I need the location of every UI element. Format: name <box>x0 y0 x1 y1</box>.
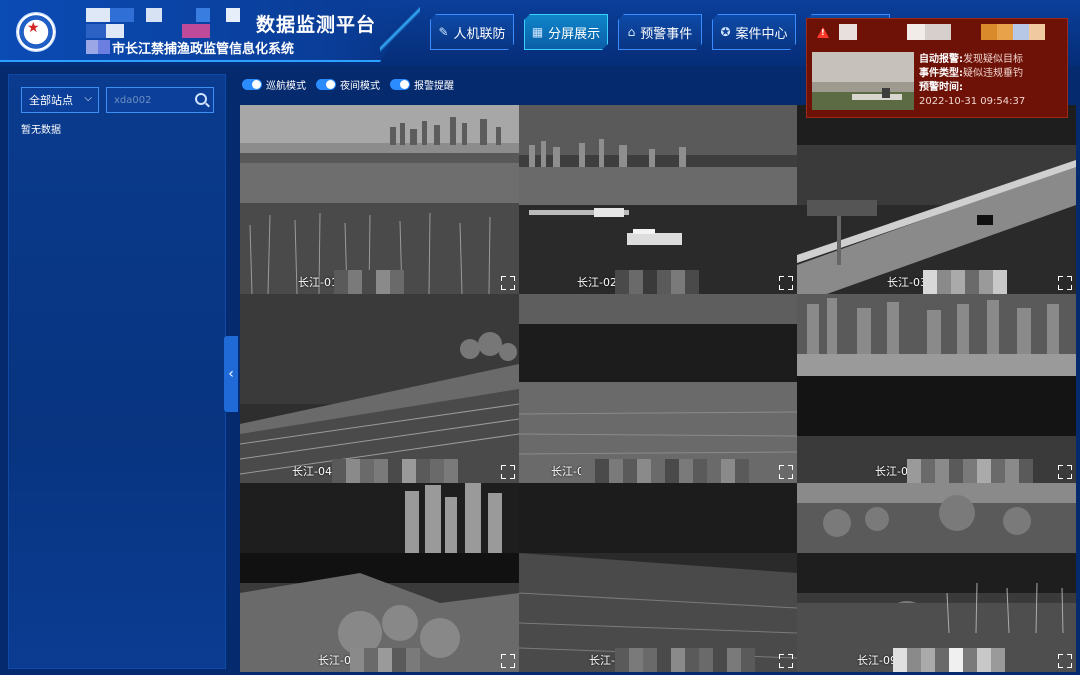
redacted-mosaic <box>332 459 458 483</box>
camera-scene <box>519 294 797 483</box>
camera-feed[interactable]: 长江-03 <box>797 105 1076 294</box>
alarm-type-label: 自动报警: <box>919 54 963 65</box>
camera-scene <box>797 483 1076 672</box>
page-title: 数据监测平台 <box>256 14 377 36</box>
camera-label: 长江-0 <box>318 654 351 667</box>
camera-label: 长江-02 <box>577 276 617 289</box>
nav-human-machine-defense[interactable]: ✎ 人机联防 <box>430 14 514 50</box>
fullscreen-icon[interactable] <box>501 465 515 479</box>
redacted-mosaic <box>923 270 1007 294</box>
event-type-label: 事件类型: <box>919 68 963 79</box>
toggle-switch[interactable] <box>390 79 410 90</box>
toggle-switch[interactable] <box>242 79 262 90</box>
toggle-cruise-mode[interactable]: 巡航模式 <box>242 77 306 92</box>
alarm-header <box>817 24 1045 40</box>
fullscreen-icon[interactable] <box>1058 465 1072 479</box>
camera-feed[interactable]: 长江-01 <box>240 105 519 294</box>
camera-feed[interactable]: 长江-0 <box>797 294 1076 483</box>
fullscreen-icon[interactable] <box>779 654 793 668</box>
redacted-mosaic <box>839 24 1045 40</box>
police-emblem-icon: ★ <box>16 12 56 52</box>
camera-label: 长江-03 <box>887 276 927 289</box>
nav-label: 分屏展示 <box>548 26 601 42</box>
alarm-type-value: 发现疑似目标 <box>963 54 1023 65</box>
toggle-label: 夜间模式 <box>340 81 380 92</box>
camera-scene <box>519 483 797 672</box>
fullscreen-icon[interactable] <box>779 465 793 479</box>
camera-feed[interactable]: 长江-04 <box>240 294 519 483</box>
fullscreen-icon[interactable] <box>1058 276 1072 290</box>
search-input[interactable] <box>107 88 191 112</box>
toggle-night-mode[interactable]: 夜间模式 <box>316 77 380 92</box>
fullscreen-icon[interactable] <box>501 276 515 290</box>
nav-warning-events[interactable]: ⌂ 预警事件 <box>618 14 702 50</box>
badge-icon: ✪ <box>720 25 731 39</box>
camera-label: 长江-0 <box>551 465 584 478</box>
fullscreen-icon[interactable] <box>1058 654 1072 668</box>
nav-split-screen[interactable]: ▦ 分屏展示 <box>524 14 608 50</box>
camera-label: 长江-04 <box>292 465 332 478</box>
chevron-down-icon: ⌵ <box>84 93 92 104</box>
camera-label: 长江-09 <box>857 654 897 667</box>
nav-label: 案件中心 <box>735 26 788 42</box>
search-box <box>106 87 214 113</box>
video-grid: 长江-01 长江-02 长江-03 长江-04 长江-0 长江-0 长江-0 长… <box>240 105 1076 672</box>
warning-icon <box>817 26 829 38</box>
camera-label: 长江-01 <box>298 276 338 289</box>
warning-time-value: 2022-10-31 09:54:37 <box>919 96 1026 107</box>
system-subtitle: 市长江禁捕渔政监管信息化系统 <box>112 42 295 57</box>
nav-case-center[interactable]: ✪ 案件中心 <box>712 14 796 50</box>
alarm-popup[interactable]: 自动报警:发现疑似目标 事件类型:疑似违规垂钓 预警时间: 2022-10-31… <box>806 18 1068 118</box>
mode-toggles: 巡航模式 夜间模式 报警提醒 <box>242 77 454 92</box>
chevron-left-icon: ‹ <box>228 366 234 382</box>
nav-label: 人机联防 <box>453 26 506 42</box>
redacted-mosaic <box>350 648 420 672</box>
toggle-switch[interactable] <box>316 79 336 90</box>
redacted-mosaic <box>334 270 404 294</box>
nav-label: 预警事件 <box>640 26 693 42</box>
redacted-mosaic <box>893 648 1005 672</box>
camera-label: 长江-0 <box>875 465 908 478</box>
camera-feed[interactable]: 长江-0 <box>519 483 797 672</box>
house-alert-icon: ⌂ <box>627 25 636 39</box>
camera-feed[interactable]: 长江-0 <box>240 483 519 672</box>
warning-time-label: 预警时间: <box>919 82 963 93</box>
toggle-label: 报警提醒 <box>414 81 454 92</box>
camera-feed[interactable]: 长江-02 <box>519 105 797 294</box>
redacted-mosaic <box>581 459 749 483</box>
camera-feed[interactable]: 长江-09 <box>797 483 1076 672</box>
camera-feed[interactable]: 长江-0 <box>519 294 797 483</box>
alarm-snapshot[interactable] <box>812 52 914 110</box>
fullscreen-icon[interactable] <box>779 276 793 290</box>
title-banner-edge <box>380 0 420 62</box>
station-panel: 全部站点 ⌵ 暂无数据 <box>8 74 226 669</box>
toggle-alarm-reminder[interactable]: 报警提醒 <box>390 77 454 92</box>
redacted-mosaic <box>615 648 755 672</box>
redacted-mosaic <box>615 270 699 294</box>
station-select[interactable]: 全部站点 ⌵ <box>21 87 99 113</box>
camera-scene <box>797 294 1076 483</box>
camera-scene <box>519 105 797 294</box>
collapse-panel-button[interactable]: ‹ <box>224 336 238 412</box>
pen-icon: ✎ <box>438 25 449 39</box>
empty-state-text: 暂无数据 <box>21 125 61 136</box>
camera-scene <box>240 294 519 483</box>
toggle-label: 巡航模式 <box>266 81 306 92</box>
event-type-value: 疑似违规垂钓 <box>963 68 1023 79</box>
redacted-mosaic <box>907 459 1033 483</box>
alarm-snapshot-scene <box>812 52 914 110</box>
alarm-details: 自动报警:发现疑似目标 事件类型:疑似违规垂钓 预警时间: 2022-10-31… <box>919 53 1025 109</box>
search-icon[interactable] <box>195 93 207 105</box>
fullscreen-icon[interactable] <box>501 654 515 668</box>
station-select-value: 全部站点 <box>29 94 73 107</box>
grid-icon: ▦ <box>531 25 544 39</box>
camera-scene <box>797 105 1076 294</box>
camera-scene <box>240 483 519 672</box>
camera-scene <box>240 105 519 294</box>
